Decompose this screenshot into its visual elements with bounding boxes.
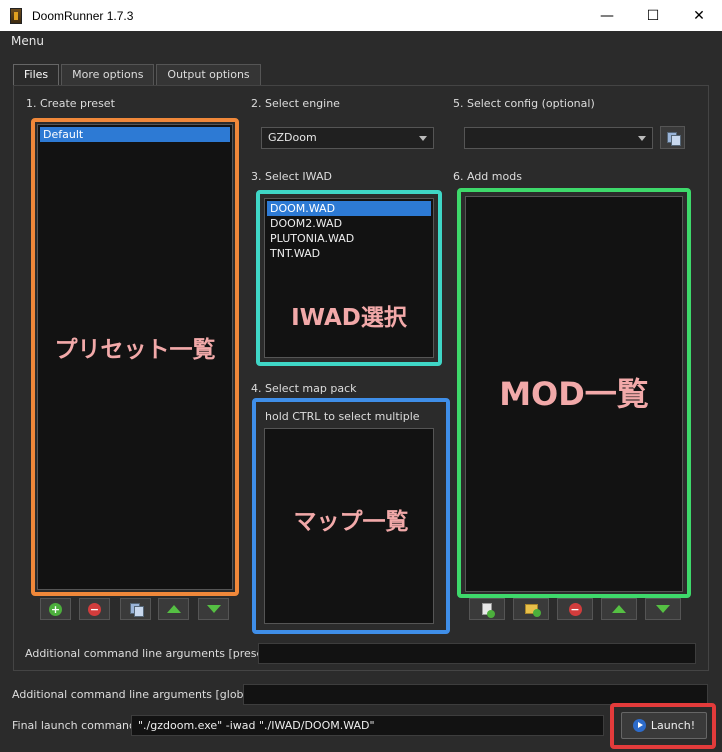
close-button[interactable]: ✕ [676,0,722,31]
config-select[interactable] [464,127,653,149]
preset-args-label: Additional command line arguments [prese… [25,647,272,660]
tab-bar: Files More options Output options [13,64,263,86]
final-command-label: Final launch command [12,719,137,732]
launch-button[interactable]: Launch! [621,712,707,739]
engine-select[interactable]: GZDoom [261,127,434,149]
iwad-item[interactable]: TNT.WAD [267,246,431,261]
move-preset-up-button[interactable] [158,598,189,620]
iwad-list[interactable]: DOOM.WAD DOOM2.WAD PLUTONIA.WAD TNT.WAD [264,198,434,358]
iwad-item[interactable]: DOOM2.WAD [267,216,431,231]
folder-add-icon [524,604,541,617]
arrow-down-icon [206,605,221,613]
arrow-up-icon [612,605,626,613]
remove-preset-button[interactable]: − [79,598,110,620]
config-heading: 5. Select config (optional) [453,97,595,110]
preset-list[interactable]: Default [37,124,233,590]
move-mod-up-button[interactable] [601,598,637,620]
remove-icon: − [88,602,101,616]
remove-mod-button[interactable]: − [557,598,593,620]
menu-bar: Menu [0,31,722,52]
app-icon [10,7,22,24]
tab-output-options[interactable]: Output options [156,64,261,85]
add-icon: + [49,602,62,616]
window-title: DoomRunner 1.7.3 [32,8,134,23]
mappack-list[interactable] [264,428,434,624]
add-preset-button[interactable]: + [40,598,71,620]
preset-heading: 1. Create preset [26,97,115,110]
move-mod-down-button[interactable] [645,598,681,620]
play-icon [632,719,646,732]
minimize-button[interactable]: — [584,0,630,31]
maximize-button[interactable]: ☐ [630,0,676,31]
iwad-item[interactable]: PLUTONIA.WAD [267,231,431,246]
add-mod-file-button[interactable] [469,598,505,620]
preset-args-input[interactable] [258,643,696,664]
arrow-up-icon [166,605,181,613]
add-mod-folder-button[interactable] [513,598,549,620]
chevron-down-icon [638,136,646,141]
title-bar: DoomRunner 1.7.3 — ☐ ✕ [0,0,722,31]
move-preset-down-button[interactable] [198,598,229,620]
final-command-field[interactable]: "./gzdoom.exe" -iwad "./IWAD/DOOM.WAD" [131,715,604,736]
new-file-icon [482,603,495,618]
tab-files[interactable]: Files [13,64,60,86]
engine-value: GZDoom [268,131,317,144]
arrow-down-icon [656,605,670,613]
mods-list[interactable] [465,196,683,592]
global-args-label: Additional command line arguments [globa… [12,688,258,701]
preset-item[interactable]: Default [40,127,230,142]
copy-icon [666,131,681,146]
mappack-hint: hold CTRL to select multiple [265,410,420,423]
mappack-heading: 4. Select map pack [251,382,357,395]
tab-more-options[interactable]: More options [61,64,155,85]
clone-preset-button[interactable] [120,598,151,620]
iwad-item[interactable]: DOOM.WAD [267,201,431,216]
chevron-down-icon [419,136,427,141]
copy-icon [129,603,144,617]
clone-config-button[interactable] [660,126,685,149]
global-args-input[interactable] [243,684,708,705]
remove-icon: − [568,602,582,616]
iwad-heading: 3. Select IWAD [251,170,332,183]
menu-item[interactable]: Menu [11,34,44,48]
launch-label: Launch! [650,719,696,732]
mods-heading: 6. Add mods [453,170,522,183]
engine-heading: 2. Select engine [251,97,340,110]
